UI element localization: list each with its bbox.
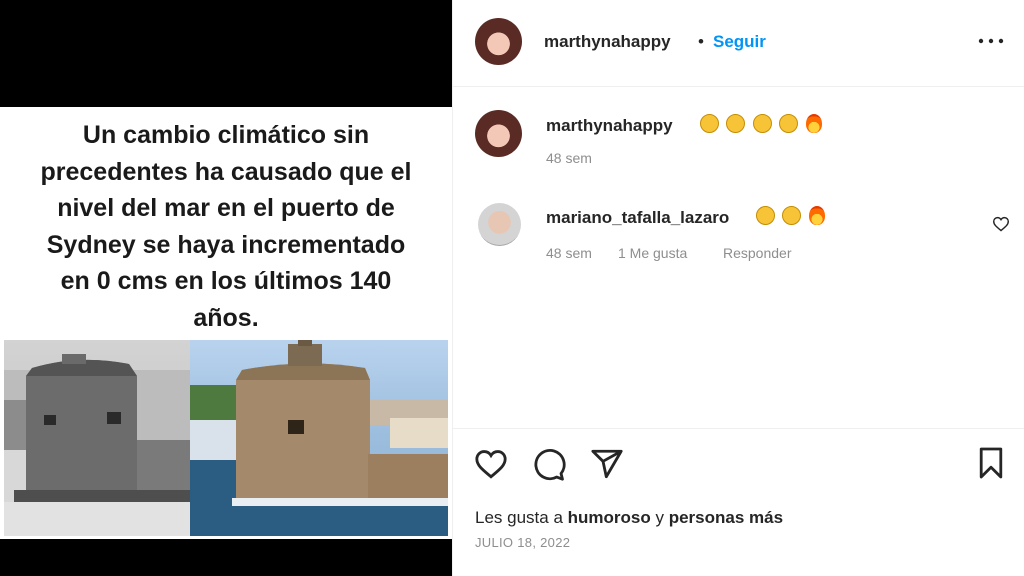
comment-bubble-icon[interactable] <box>532 448 566 482</box>
likes-others[interactable]: personas más <box>669 508 783 527</box>
comment-time: 48 sem <box>546 245 592 261</box>
meme-line: Sydney se haya incrementado <box>46 230 406 259</box>
comment-time: 48 sem <box>546 150 592 166</box>
like-heart-icon[interactable] <box>474 448 508 480</box>
author-username[interactable]: marthynahappy <box>544 32 671 52</box>
post-media[interactable]: Un cambio climático sin precedentes ha c… <box>0 0 452 576</box>
separator-dot: • <box>698 32 704 51</box>
likes-user[interactable]: humoroso <box>568 508 651 527</box>
comment-emojis <box>697 114 822 135</box>
fire-emoji-icon <box>805 114 822 133</box>
old-fort-photo <box>4 340 190 536</box>
meme-line: precedentes ha causado que el <box>40 157 412 186</box>
rolling-laugh-emoji-icon <box>779 114 799 133</box>
likes-prefix: Les gusta a <box>475 508 563 527</box>
smirk-emoji-icon <box>752 114 772 133</box>
comment-avatar[interactable] <box>478 203 521 246</box>
share-send-icon[interactable] <box>590 447 624 481</box>
meme-line: nivel del mar en el puerto de <box>57 194 395 222</box>
comment-username[interactable]: marthynahappy <box>546 116 673 136</box>
meme-line: Un cambio climático sin <box>82 121 370 149</box>
likes-summary: Les gusta a humoroso y personas más <box>475 508 783 528</box>
smirk-emoji-icon <box>700 114 719 133</box>
new-fort-photo <box>190 340 448 536</box>
grinning-sweat-emoji-icon <box>782 206 802 225</box>
meme-image: Un cambio climático sin precedentes ha c… <box>0 107 452 539</box>
grinning-sweat-emoji-icon <box>756 206 775 225</box>
meme-line: en 0 cms en los últimos 140 <box>60 267 392 295</box>
post-date: JULIO 18, 2022 <box>475 535 571 550</box>
actions-divider <box>453 428 1024 429</box>
save-bookmark-icon[interactable] <box>977 446 1005 480</box>
comment-username[interactable]: mariano_tafalla_lazaro <box>546 208 729 228</box>
meme-caption: Un cambio climático sin precedentes ha c… <box>0 117 452 336</box>
post-side-panel: marthynahappy • Seguir marthynahappy 48 … <box>453 0 1024 576</box>
author-avatar[interactable] <box>475 18 522 65</box>
fire-emoji-icon <box>808 206 825 225</box>
smirk-emoji-icon <box>726 114 746 133</box>
more-options-icon[interactable] <box>977 32 1005 50</box>
header-divider <box>453 86 1024 87</box>
meme-line: años. <box>193 303 259 332</box>
follow-button[interactable]: Seguir <box>713 32 766 52</box>
comment-like-heart-icon[interactable] <box>992 216 1010 232</box>
reply-button[interactable]: Responder <box>723 245 792 261</box>
comment-avatar[interactable] <box>475 110 522 157</box>
likes-conj: y <box>655 508 664 527</box>
comment-emojis <box>753 206 825 227</box>
comment-like-count[interactable]: 1 Me gusta <box>618 245 687 261</box>
